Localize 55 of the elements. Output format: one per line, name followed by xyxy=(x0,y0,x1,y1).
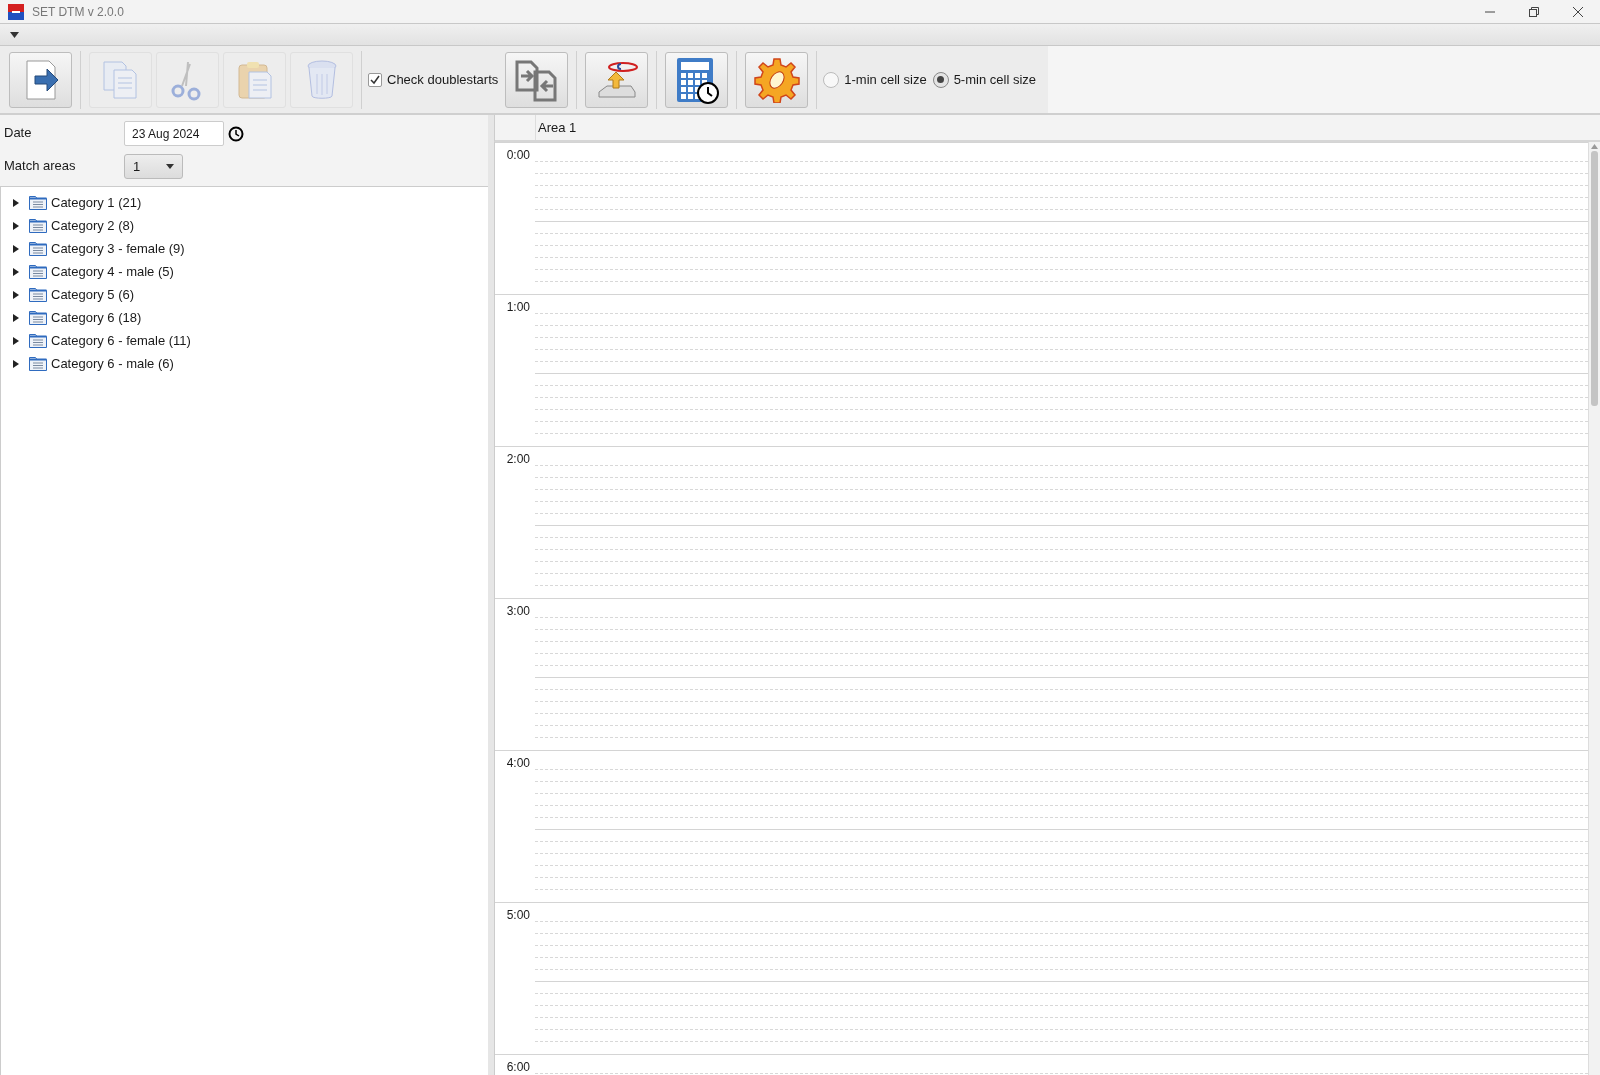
upload-button[interactable] xyxy=(585,51,649,108)
tree-item[interactable]: Category 6 - male (6) xyxy=(1,352,488,375)
settings-button[interactable] xyxy=(745,51,809,108)
scroll-up-icon[interactable] xyxy=(1591,144,1598,149)
scrollbar-thumb[interactable] xyxy=(1591,151,1598,406)
match-areas-label: Match areas xyxy=(4,157,77,175)
app-logo-icon xyxy=(8,3,24,20)
radio-label[interactable]: 1-min cell size xyxy=(844,69,927,90)
folder-list-icon xyxy=(29,310,47,325)
expand-arrow-icon[interactable] xyxy=(12,336,20,345)
hour-label: 0:00 xyxy=(506,147,530,164)
radio-label[interactable]: 5-min cell size xyxy=(953,69,1036,90)
radio-button[interactable] xyxy=(823,71,840,88)
check-icon xyxy=(370,74,380,85)
tree-item[interactable]: Category 3 - female (9) xyxy=(1,237,488,260)
folder-list-icon xyxy=(29,264,47,279)
hour-label: 1:00 xyxy=(506,299,530,316)
tree-item[interactable]: Category 6 (18) xyxy=(1,306,488,329)
folder-list-icon xyxy=(29,195,47,210)
expand-arrow-icon[interactable] xyxy=(12,290,20,299)
folder-list-icon xyxy=(29,356,47,371)
expand-arrow-icon[interactable] xyxy=(12,359,20,368)
folder-list-icon xyxy=(29,218,47,233)
tree-item[interactable]: Category 2 (8) xyxy=(1,214,488,237)
hour-label: 6:00 xyxy=(506,1059,530,1075)
expand-arrow-icon[interactable] xyxy=(12,267,20,276)
window-title: SET DTM v 2.0.0 xyxy=(32,3,124,21)
tree-item[interactable]: Category 1 (21) xyxy=(1,191,488,214)
date-label: Date xyxy=(4,124,33,142)
folder-list-icon xyxy=(29,333,47,348)
expand-arrow-icon[interactable] xyxy=(12,221,20,230)
tree-item[interactable]: Category 6 - female (11) xyxy=(1,329,488,352)
hour-label: 2:00 xyxy=(506,451,530,468)
tree-item[interactable]: Category 5 (6) xyxy=(1,283,488,306)
expand-arrow-icon[interactable] xyxy=(12,244,20,253)
expand-arrow-icon[interactable] xyxy=(12,198,20,207)
folder-list-icon xyxy=(29,287,47,302)
swap-button[interactable] xyxy=(505,51,569,108)
gear-icon xyxy=(753,56,800,103)
hour-label: 3:00 xyxy=(506,603,530,620)
export-button[interactable] xyxy=(9,51,72,108)
radio-button[interactable] xyxy=(932,71,949,88)
hour-label: 4:00 xyxy=(506,755,530,772)
caret-icon xyxy=(166,164,174,169)
area-column-header: Area 1 xyxy=(535,115,1600,140)
date-field[interactable]: 23 Aug 2024 xyxy=(124,121,224,146)
tree-item[interactable]: Category 4 - male (5) xyxy=(1,260,488,283)
expand-arrow-icon[interactable] xyxy=(12,313,20,322)
folder-list-icon xyxy=(29,241,47,256)
checkbox[interactable] xyxy=(368,72,382,87)
hour-label: 5:00 xyxy=(506,907,530,924)
clock-icon[interactable] xyxy=(228,126,244,142)
checkbox-label[interactable]: Check doublestarts xyxy=(387,69,499,90)
calculator-button[interactable] xyxy=(665,51,729,108)
match-areas-dropdown[interactable]: 1 xyxy=(124,154,183,179)
